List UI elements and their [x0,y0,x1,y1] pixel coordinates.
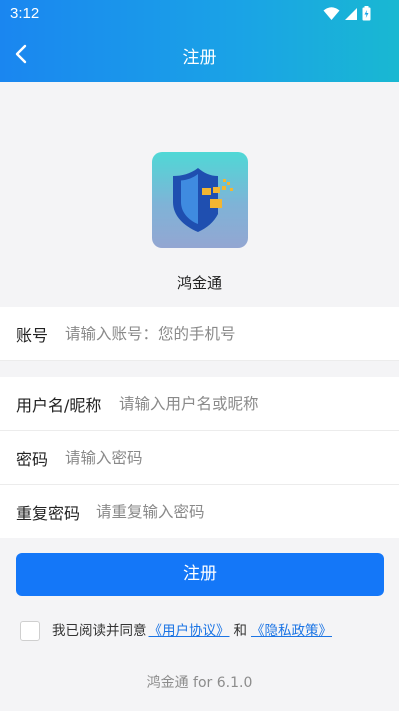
username-row: 用户名/昵称 [0,377,399,431]
nav-bar: 注册 [0,28,399,82]
agreement-prefix: 我已阅读并同意 [52,623,147,639]
signal-icon [345,7,357,20]
password-label: 密码 [16,449,49,469]
header: 3:12 注册 [0,0,399,82]
password-input[interactable] [65,448,399,467]
username-input[interactable] [119,394,399,413]
page-title: 注册 [182,48,217,68]
confirm-password-input[interactable] [96,502,399,521]
agreement: 我已阅读并同意 《用户协议》 和 《隐私政策》 [20,614,390,644]
wifi-icon [323,6,340,20]
shield-icon [173,168,233,232]
status-icons [323,6,371,21]
register-button[interactable]: 注册 [16,553,384,596]
account-input[interactable] [65,324,399,343]
user-agreement-link[interactable]: 《用户协议》 [149,619,230,639]
status-time: 3:12 [10,5,40,22]
confirm-password-row: 重复密码 [0,485,399,538]
app-name: 鸿金通 [176,274,222,292]
version-text: 鸿金通 for 6.1.0 [146,675,253,691]
account-row: 账号 [0,307,399,361]
app-logo [152,152,248,248]
password-row: 密码 [0,431,399,485]
confirm-password-label: 重复密码 [16,503,81,523]
privacy-policy-link[interactable]: 《隐私政策》 [251,619,332,639]
account-label: 账号 [16,325,49,345]
agreement-and: 和 [233,623,248,639]
status-bar: 3:12 [0,0,399,28]
battery-icon [362,6,371,21]
agree-checkbox[interactable] [20,621,40,641]
username-label: 用户名/昵称 [16,395,102,415]
